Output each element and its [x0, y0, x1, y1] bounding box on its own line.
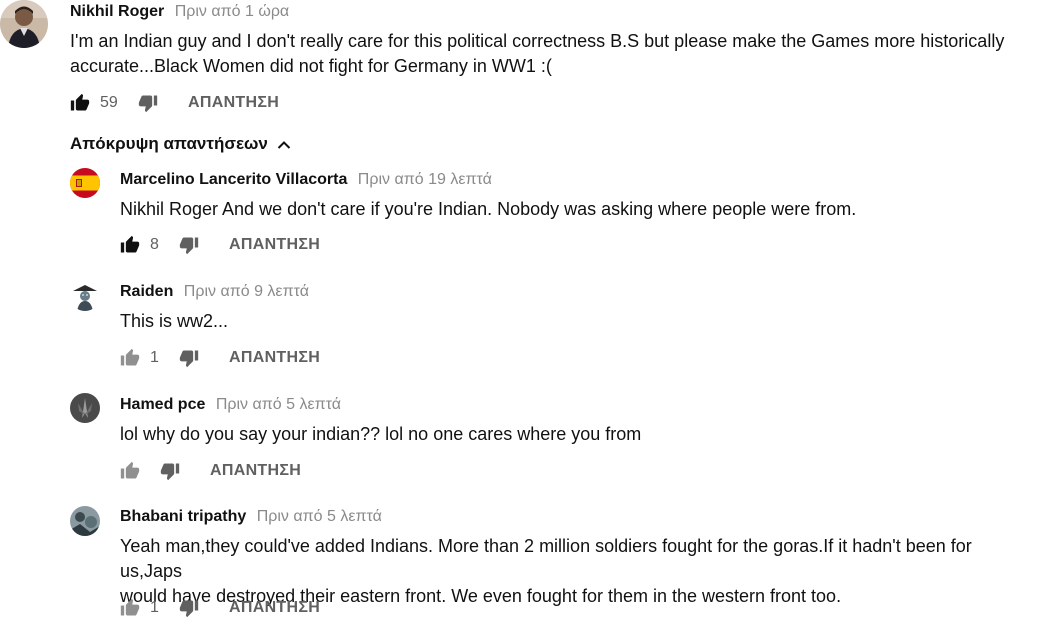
- timestamp[interactable]: Πριν από 5 λεπτά: [216, 396, 341, 413]
- hide-replies-toggle[interactable]: Απόκρυψη απαντήσεων: [70, 134, 291, 154]
- comment-header: Bhabani tripathy Πριν από 5 λεπτά: [120, 508, 382, 526]
- comment-text: Nikhil Roger And we don't care if you're…: [120, 197, 1030, 222]
- thumbs-up-icon[interactable]: [70, 93, 90, 113]
- author-name[interactable]: Marcelino Lancerito Villacorta: [120, 171, 347, 188]
- thumbs-up-icon[interactable]: [120, 598, 140, 618]
- comment-text-line: lol why do you say your indian?? lol no …: [120, 424, 642, 444]
- avatar[interactable]: [0, 0, 48, 48]
- comment-header: Nikhil Roger Πριν από 1 ώρα: [70, 3, 289, 21]
- author-name[interactable]: Nikhil Roger: [70, 3, 164, 20]
- comment-text: This is ww2...: [120, 309, 1030, 334]
- comment-text-line: accurate...Black Women did not fight for…: [70, 56, 552, 76]
- timestamp[interactable]: Πριν από 5 λεπτά: [257, 508, 382, 525]
- avatar[interactable]: [70, 506, 100, 536]
- thumbs-up-icon[interactable]: [120, 461, 140, 481]
- comment-text: I'm an Indian guy and I don't really car…: [70, 29, 1030, 79]
- reply-button[interactable]: ΑΠΑΝΤΗΣΗ: [229, 599, 320, 617]
- comment-actions: 8 ΑΠΑΝΤΗΣΗ: [120, 235, 340, 257]
- author-name[interactable]: Raiden: [120, 283, 173, 300]
- like-count: 1: [150, 349, 159, 366]
- thumbs-down-icon[interactable]: [179, 598, 199, 618]
- thumbs-down-icon[interactable]: [179, 235, 199, 255]
- reply-button[interactable]: ΑΠΑΝΤΗΣΗ: [210, 462, 301, 480]
- reply-button[interactable]: ΑΠΑΝΤΗΣΗ: [229, 349, 320, 367]
- reply-button[interactable]: ΑΠΑΝΤΗΣΗ: [229, 236, 320, 254]
- comment-header: Marcelino Lancerito Villacorta Πριν από …: [120, 171, 492, 189]
- comment-header: Hamed pce Πριν από 5 λεπτά: [120, 396, 341, 414]
- timestamp[interactable]: Πριν από 19 λεπτά: [358, 171, 492, 188]
- thumbs-down-icon[interactable]: [138, 93, 158, 113]
- reply-button[interactable]: ΑΠΑΝΤΗΣΗ: [188, 94, 279, 112]
- comment-text-line: Nikhil Roger And we don't care if you're…: [120, 199, 857, 219]
- hide-replies-label: Απόκρυψη απαντήσεων: [70, 134, 268, 153]
- thumbs-up-icon[interactable]: [120, 348, 140, 368]
- comment-text: lol why do you say your indian?? lol no …: [120, 422, 1030, 447]
- avatar[interactable]: [70, 393, 100, 423]
- comment-actions: 59 ΑΠΑΝΤΗΣΗ: [70, 93, 290, 115]
- like-count: 59: [100, 94, 118, 111]
- avatar[interactable]: [70, 168, 100, 198]
- thumbs-down-icon[interactable]: [179, 348, 199, 368]
- author-name[interactable]: Bhabani tripathy: [120, 508, 246, 525]
- like-count: 1: [150, 599, 159, 616]
- timestamp[interactable]: Πριν από 1 ώρα: [175, 3, 289, 20]
- comment-actions: 1 ΑΠΑΝΤΗΣΗ: [120, 348, 340, 370]
- chevron-up-icon: [277, 140, 290, 149]
- like-count: 8: [150, 236, 159, 253]
- comment-actions: 1 ΑΠΑΝΤΗΣΗ: [120, 598, 340, 620]
- comment-actions: ΑΠΑΝΤΗΣΗ: [120, 461, 340, 483]
- thumbs-up-icon[interactable]: [120, 235, 140, 255]
- timestamp[interactable]: Πριν από 9 λεπτά: [184, 283, 309, 300]
- comment-text-line: I'm an Indian guy and I don't really car…: [70, 31, 1005, 51]
- comment-text-line: This is ww2...: [120, 311, 229, 331]
- comment-text-line: Yeah man,they could've added Indians. Mo…: [120, 536, 972, 581]
- comment-header: Raiden Πριν από 9 λεπτά: [120, 283, 309, 301]
- thumbs-down-icon[interactable]: [160, 461, 180, 481]
- avatar[interactable]: [70, 281, 100, 311]
- author-name[interactable]: Hamed pce: [120, 396, 205, 413]
